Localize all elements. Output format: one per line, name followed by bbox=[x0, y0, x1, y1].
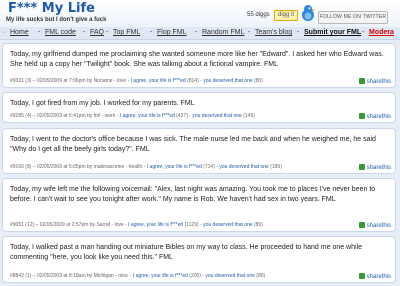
deserved-link[interactable]: you deserved that one bbox=[192, 113, 241, 119]
nav-separator: - bbox=[297, 29, 300, 36]
meta-separator: - bbox=[189, 113, 191, 119]
share-icon bbox=[358, 78, 365, 84]
post-text: Today, my wife left me the following voi… bbox=[10, 186, 376, 203]
agree-count: (714) bbox=[203, 164, 215, 170]
deserved-link[interactable]: you deserved that one bbox=[203, 222, 252, 228]
fml-post: Today, my girlfriend dumped me proclaimi… bbox=[2, 43, 396, 88]
nav-separator: - bbox=[248, 29, 251, 36]
nav-home[interactable]: Home bbox=[10, 29, 29, 36]
post-meta: #9285 (4) – 02/05/2009 at 6:41pm by fml … bbox=[10, 113, 255, 119]
deserved-link[interactable]: you deserved that one bbox=[205, 273, 254, 279]
nav-separator: - bbox=[150, 29, 153, 36]
site-tagline: My life sucks but I don't give a fuck bbox=[6, 17, 107, 23]
fml-post: Today, I got fired from my job. I worked… bbox=[2, 92, 396, 123]
post-info: #9160 (8) – 02/05/2009 at 5:05pm by maki… bbox=[10, 164, 146, 170]
nav-separator: - bbox=[83, 29, 86, 36]
deserved-link[interactable]: you deserved that one bbox=[203, 78, 252, 84]
site-title[interactable]: F*** My Life bbox=[8, 1, 95, 16]
digg-count: 55 diggs bbox=[247, 12, 270, 18]
bird-icon bbox=[302, 5, 316, 21]
post-text: Today, I walked past a man handing out m… bbox=[10, 244, 363, 261]
nav-separator: - bbox=[38, 29, 41, 36]
post-info: #8842 (1) – 02/05/2009 at 8:18am by Mich… bbox=[10, 273, 132, 279]
post-info: #9285 (4) – 02/05/2009 at 6:41pm by fml … bbox=[10, 113, 119, 119]
agree-count: (427) bbox=[176, 113, 188, 119]
nav-separator: - bbox=[195, 29, 198, 36]
share-label: sharethis bbox=[366, 165, 391, 171]
share-icon bbox=[358, 113, 365, 119]
share-label: sharethis bbox=[366, 114, 391, 120]
fml-post: Today, I went to the doctor's office bec… bbox=[2, 128, 396, 174]
post-text: Today, I went to the doctor's office bec… bbox=[10, 136, 376, 153]
share-label: sharethis bbox=[366, 274, 391, 280]
meta-separator: - bbox=[216, 164, 218, 170]
share-label: sharethis bbox=[366, 79, 391, 85]
deserved-count: (89) bbox=[253, 222, 263, 228]
agree-link[interactable]: I agree, your life is f***ed bbox=[147, 164, 202, 170]
agree-link[interactable]: I agree, your life is f***ed bbox=[128, 222, 183, 228]
share-link[interactable]: sharethis bbox=[358, 113, 391, 120]
agree-count: (814) bbox=[187, 78, 199, 84]
nav-flop-fml[interactable]: Flop FML bbox=[157, 29, 187, 36]
main-nav: · Home - FML code - FAQ - Top FML - Flop… bbox=[0, 27, 400, 40]
meta-separator: - bbox=[200, 222, 202, 228]
post-info: #9321 (3) – 02/05/2009 at 7:06pm by Nona… bbox=[10, 78, 130, 84]
post-meta: #8842 (1) – 02/05/2009 at 8:18am by Mich… bbox=[10, 273, 265, 279]
nav-fml-code[interactable]: FML code bbox=[45, 29, 76, 36]
share-link[interactable]: sharethis bbox=[358, 222, 391, 229]
nav-moderate[interactable]: Modera bbox=[369, 29, 394, 36]
nav-top-fml[interactable]: Top FML bbox=[113, 29, 140, 36]
post-text: Today, my girlfriend dumped me proclaimi… bbox=[10, 51, 384, 68]
share-icon bbox=[358, 164, 365, 170]
share-link[interactable]: sharethis bbox=[358, 164, 391, 171]
nav-submit-fml[interactable]: Submit your FML bbox=[304, 29, 361, 36]
site-header: F*** My Life My life sucks but I don't g… bbox=[0, 0, 400, 28]
nav-random-fml[interactable]: Random FML bbox=[202, 29, 244, 36]
nav-separator: · bbox=[2, 29, 5, 36]
nav-teams-blog[interactable]: Team's blog bbox=[255, 29, 292, 36]
agree-count: (1129) bbox=[184, 222, 199, 228]
follow-twitter-button[interactable]: FOLLOW ME ON TWITTER bbox=[318, 11, 388, 24]
post-text: Today, I got fired from my job. I worked… bbox=[10, 100, 195, 107]
share-link[interactable]: sharethis bbox=[358, 78, 391, 85]
share-icon bbox=[358, 222, 365, 228]
deserved-count: (80) bbox=[256, 273, 266, 279]
fml-post: Today, I walked past a man handing out m… bbox=[2, 236, 396, 283]
share-link[interactable]: sharethis bbox=[358, 273, 391, 280]
digg-button[interactable]: digg it bbox=[274, 10, 298, 21]
nav-faq[interactable]: FAQ bbox=[90, 29, 104, 36]
nav-separator: - bbox=[106, 29, 109, 36]
deserved-count: (189) bbox=[270, 164, 282, 170]
meta-separator: - bbox=[200, 78, 202, 84]
nav-separator: - bbox=[362, 29, 365, 36]
post-meta: #9160 (8) – 02/05/2009 at 5:05pm by maki… bbox=[10, 164, 282, 170]
deserved-link[interactable]: you deserved that one bbox=[219, 164, 268, 170]
share-icon bbox=[358, 273, 365, 279]
deserved-count: (149) bbox=[243, 113, 255, 119]
meta-separator: - bbox=[202, 273, 205, 279]
agree-link[interactable]: I agree, your life is f***ed bbox=[131, 78, 186, 84]
post-meta: #9321 (3) – 02/05/2009 at 7:06pm by Nona… bbox=[10, 78, 263, 84]
post-info: #9051 (12) – 02/05/2009 at 2:57pm by Sar… bbox=[10, 222, 127, 228]
fml-post: Today, my wife left me the following voi… bbox=[2, 178, 396, 232]
agree-link[interactable]: I agree, your life is f***ed bbox=[120, 113, 175, 119]
agree-link[interactable]: I agree, your life is f***ed bbox=[133, 273, 188, 279]
agree-count: (200) bbox=[189, 273, 201, 279]
post-meta: #9051 (12) – 02/05/2009 at 2:57pm by Sar… bbox=[10, 222, 263, 228]
share-label: sharethis bbox=[366, 223, 391, 229]
deserved-count: (80) bbox=[254, 78, 263, 84]
